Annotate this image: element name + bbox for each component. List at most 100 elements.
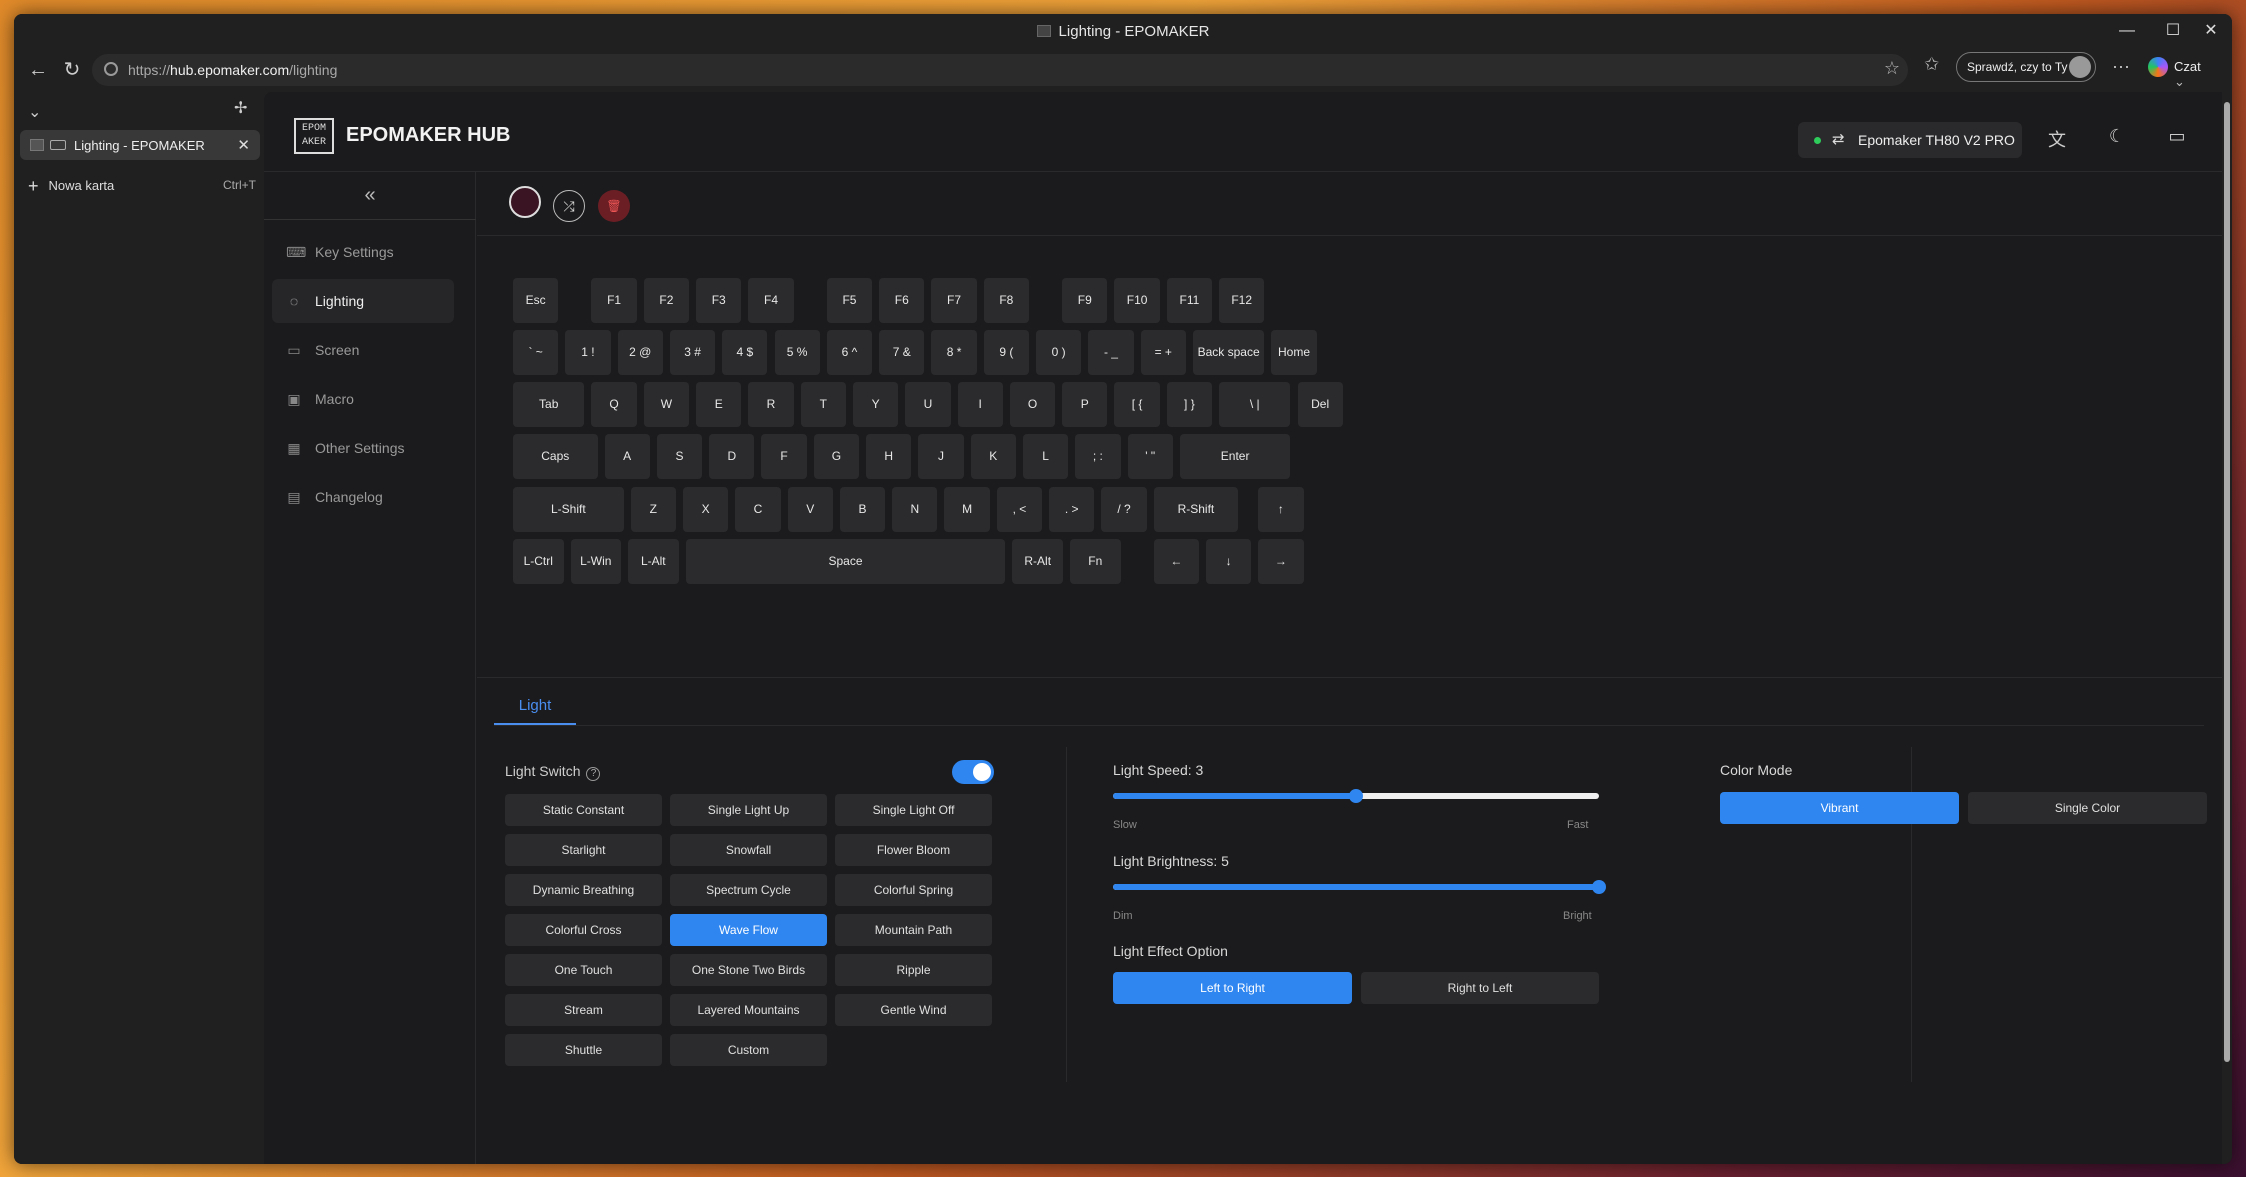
key-p[interactable]: P [1062,382,1108,427]
key-q[interactable]: Q [591,382,637,427]
unpin-pane-icon[interactable]: ✢ [234,98,247,118]
key-symbol[interactable]: → [1258,539,1304,584]
favorites-icon[interactable]: ✩ [1924,54,1939,75]
key-d[interactable]: D [709,434,755,479]
effect-ripple[interactable]: Ripple [835,954,992,986]
key-o[interactable]: O [1009,382,1056,427]
key-z[interactable]: Z [630,487,676,532]
key-del[interactable]: Del [1297,382,1343,427]
key-f12[interactable]: F12 [1219,278,1265,323]
key-fn[interactable]: Fn [1069,539,1121,584]
key-8[interactable]: 8 * [931,330,977,375]
light-switch-toggle[interactable] [952,760,994,784]
key-symbol[interactable]: . > [1049,487,1095,532]
key-f11[interactable]: F11 [1166,278,1213,323]
key-symbol[interactable]: = + [1140,330,1186,375]
key-f4[interactable]: F4 [748,278,794,323]
key-m[interactable]: M [944,487,990,532]
key-3[interactable]: 3 # [669,330,716,375]
effect-one-touch[interactable]: One Touch [505,954,662,986]
key-home[interactable]: Home [1271,330,1317,375]
key-f1[interactable]: F1 [591,278,637,323]
key-2[interactable]: 2 @ [617,330,663,375]
key-symbol[interactable]: , < [996,487,1043,532]
minimize-button[interactable]: — [2104,20,2150,42]
key-t[interactable]: T [800,382,846,427]
nav-item-macro[interactable]: ▣ Macro [272,377,454,421]
profile-button[interactable]: Sprawdź, czy to Ty [1956,52,2096,82]
reload-button[interactable]: ↻ [56,56,88,84]
key-f7[interactable]: F7 [931,278,977,323]
key-u[interactable]: U [905,382,951,427]
option-left-to-right[interactable]: Left to Right [1113,972,1352,1004]
effect-starlight[interactable]: Starlight [505,834,662,866]
key-f3[interactable]: F3 [696,278,742,323]
key-v[interactable]: V [787,487,833,532]
key-r-alt[interactable]: R-Alt [1012,539,1063,584]
help-icon[interactable]: ? [586,767,601,781]
key-1[interactable]: 1 ! [565,330,611,375]
tab-actions-chevron-icon[interactable]: ⌄ [28,102,41,122]
key-e[interactable]: E [696,382,742,427]
device-selector[interactable]: ⇄ Epomaker TH80 V2 PRO [1798,122,2022,158]
site-info-icon[interactable] [104,62,118,76]
current-color-swatch[interactable] [509,186,541,218]
key-c[interactable]: C [735,487,781,532]
key-l[interactable]: L [1022,434,1069,479]
effect-single-light-off[interactable]: Single Light Off [835,794,992,826]
key-symbol[interactable]: ↑ [1258,487,1304,532]
key-space[interactable]: Space [685,539,1006,584]
key-symbol[interactable]: ' " [1127,434,1173,479]
key-g[interactable]: G [813,434,860,479]
copilot-button[interactable]: Czat ⌄ [2140,52,2222,89]
key-l-ctrl[interactable]: L-Ctrl [513,539,564,584]
slider-handle[interactable] [1592,880,1606,894]
light-brightness-slider[interactable] [1113,880,1606,894]
key-l-alt[interactable]: L-Alt [628,539,679,584]
effect-stream[interactable]: Stream [505,994,662,1026]
key-4[interactable]: 4 $ [722,330,768,375]
nav-item-changelog[interactable]: ▤ Changelog [272,475,454,519]
key-5[interactable]: 5 % [774,330,820,375]
scrollbar-thumb[interactable] [2224,102,2230,1062]
key-r-shift[interactable]: R-Shift [1153,487,1239,532]
key-l-shift[interactable]: L-Shift [513,487,624,532]
feedback-message-icon[interactable]: ▭ [2164,126,2190,147]
page-scrollbar[interactable] [2222,92,2232,1164]
url-text[interactable]: https://hub.epomaker.com/lighting [128,62,337,78]
key-j[interactable]: J [918,434,964,479]
collapse-nav-icon[interactable]: « [264,172,476,220]
effect-layered-mountains[interactable]: Layered Mountains [670,994,827,1026]
key-symbol[interactable]: ← [1153,539,1199,584]
key-tab[interactable]: Tab [513,382,585,427]
key-f6[interactable]: F6 [879,278,925,323]
key-s[interactable]: S [656,434,703,479]
slider-handle[interactable] [1349,789,1363,803]
key-symbol[interactable]: [ { [1114,382,1160,427]
key-7[interactable]: 7 & [879,330,925,375]
key-k[interactable]: K [970,434,1016,479]
tab-light[interactable]: Light [494,687,576,725]
close-window-button[interactable]: ✕ [2188,20,2232,42]
key-f[interactable]: F [761,434,807,479]
key-f8[interactable]: F8 [983,278,1029,323]
nav-item-key-settings[interactable]: ⌨ Key Settings [272,230,454,274]
key-symbol[interactable]: - _ [1088,330,1134,375]
key-f10[interactable]: F10 [1114,278,1160,323]
key-a[interactable]: A [604,434,650,479]
key-0[interactable]: 0 ) [1036,330,1082,375]
key-symbol[interactable]: ] } [1166,382,1213,427]
address-bar[interactable]: https://hub.epomaker.com/lighting ☆ [92,54,1908,86]
new-tab-button[interactable]: + Nowa karta Ctrl+T [28,176,260,197]
key-symbol[interactable]: ` ~ [513,330,559,375]
key-enter[interactable]: Enter [1179,434,1291,479]
effect-wave-flow[interactable]: Wave Flow [670,914,827,946]
back-button[interactable]: ← [22,56,54,84]
effect-flower-bloom[interactable]: Flower Bloom [835,834,992,866]
effect-single-light-up[interactable]: Single Light Up [670,794,827,826]
key-w[interactable]: W [643,382,690,427]
effect-spectrum-cycle[interactable]: Spectrum Cycle [670,874,827,906]
more-menu-icon[interactable]: ··· [2112,56,2130,77]
key-l-win[interactable]: L-Win [570,539,622,584]
key-f2[interactable]: F2 [643,278,690,323]
